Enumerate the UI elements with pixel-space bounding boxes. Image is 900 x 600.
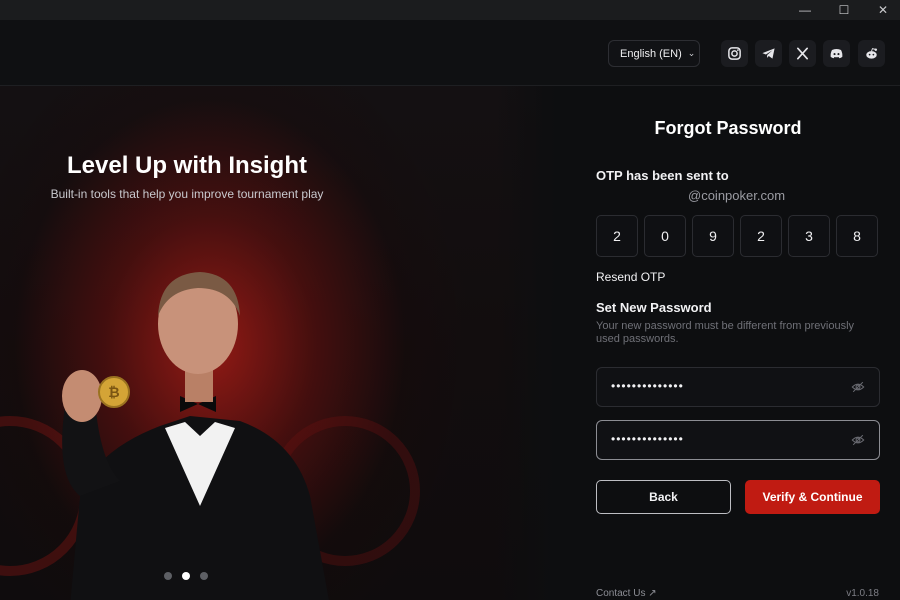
hero-fade xyxy=(496,86,556,600)
carousel-dot-3[interactable] xyxy=(200,572,208,580)
new-password-value: •••••••••••••• xyxy=(611,379,684,393)
top-header: English (EN) ⌄ xyxy=(0,20,900,86)
otp-digit-3[interactable]: 9 xyxy=(692,215,734,257)
otp-digit-4[interactable]: 2 xyxy=(740,215,782,257)
hero-banner: ₿ Level Up with Insight Built-in tools t… xyxy=(0,86,556,600)
verify-continue-button[interactable]: Verify & Continue xyxy=(745,480,880,514)
confirm-password-value: •••••••••••••• xyxy=(611,432,684,446)
svg-text:₿: ₿ xyxy=(108,385,119,401)
eye-off-icon[interactable] xyxy=(851,433,865,447)
contact-us-link[interactable]: Contact Us ↗ xyxy=(596,588,657,599)
new-password-help: Your new password must be different from… xyxy=(596,320,855,345)
app-version: v1.0.18 xyxy=(846,588,879,599)
maximize-button[interactable]: ☐ xyxy=(826,0,862,20)
ambassador-portrait: ₿ xyxy=(62,272,329,600)
carousel-dot-2[interactable] xyxy=(182,572,190,580)
resend-otp-link[interactable]: Resend OTP xyxy=(596,270,665,284)
x-icon[interactable] xyxy=(789,40,816,67)
chevron-down-icon: ⌄ xyxy=(687,48,696,58)
discord-icon[interactable] xyxy=(823,40,850,67)
otp-digit-1[interactable]: 2 xyxy=(596,215,638,257)
minimize-button[interactable]: — xyxy=(787,0,823,20)
otp-digit-6[interactable]: 8 xyxy=(836,215,878,257)
otp-digit-2[interactable]: 0 xyxy=(644,215,686,257)
instagram-icon[interactable] xyxy=(721,40,748,67)
new-password-heading: Set New Password xyxy=(596,300,712,315)
page-title: Forgot Password xyxy=(654,118,802,138)
forgot-password-panel: Forgot Password OTP has been sent to @co… xyxy=(556,86,900,600)
hero-title: Level Up with Insight xyxy=(66,152,307,179)
close-button[interactable]: ✕ xyxy=(865,0,900,20)
carousel-dot-1[interactable] xyxy=(164,572,172,580)
reddit-icon[interactable] xyxy=(858,40,885,67)
confirm-password-field[interactable]: •••••••••••••• xyxy=(596,420,880,460)
carousel-dots xyxy=(164,572,208,580)
back-button[interactable]: Back xyxy=(596,480,731,514)
otp-email: @coinpoker.com xyxy=(688,188,786,203)
otp-digit-5[interactable]: 3 xyxy=(788,215,830,257)
hero-subtitle: Built-in tools that help you improve tou… xyxy=(50,187,324,201)
telegram-icon[interactable] xyxy=(755,40,782,67)
otp-sent-label: OTP has been sent to xyxy=(596,168,729,183)
language-label: English (EN) xyxy=(620,47,682,60)
new-password-field[interactable]: •••••••••••••• xyxy=(596,367,880,407)
language-selector[interactable]: English (EN) ⌄ xyxy=(608,40,700,67)
eye-off-icon[interactable] xyxy=(851,380,865,394)
window-titlebar: — ☐ ✕ xyxy=(0,0,900,20)
